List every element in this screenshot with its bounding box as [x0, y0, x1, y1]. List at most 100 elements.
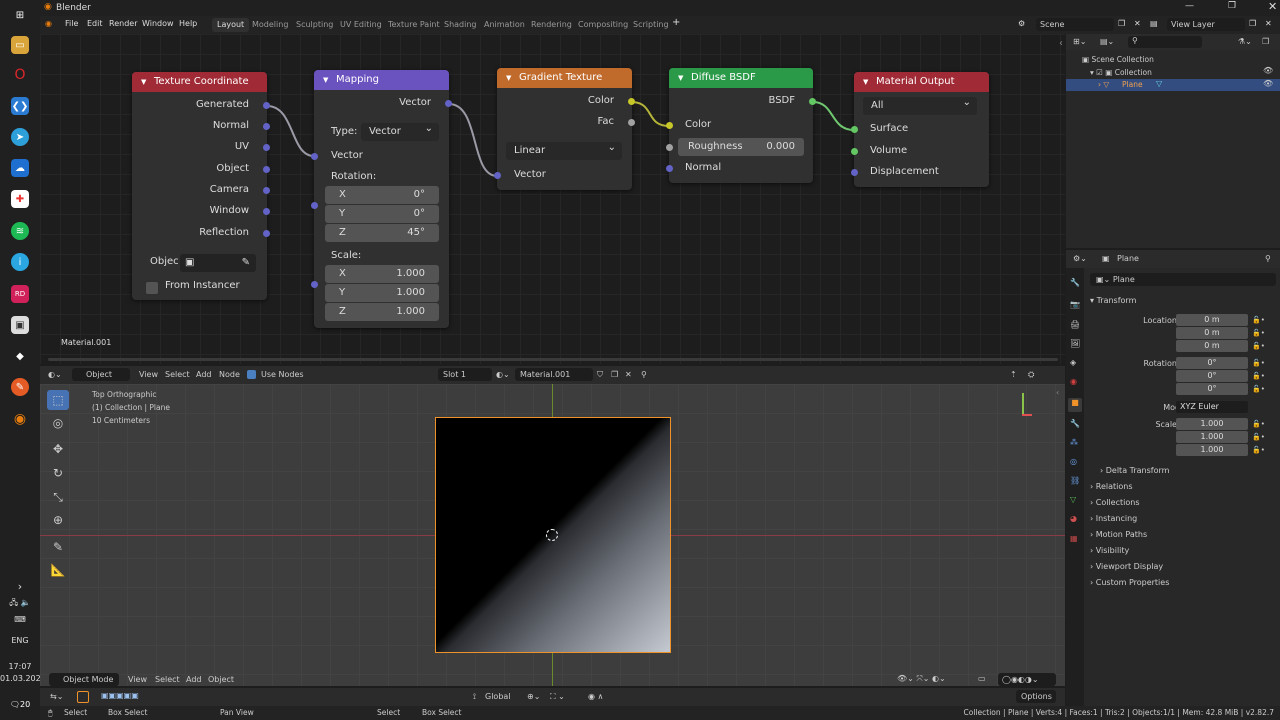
menu-file[interactable]: File — [65, 19, 78, 28]
socket-fac-out[interactable] — [628, 119, 635, 126]
tool-tab-icon[interactable]: 🔧 — [1070, 278, 1080, 287]
view-layer-tab-icon[interactable]: 🖼 — [1070, 339, 1080, 348]
menu-view[interactable]: View — [128, 675, 147, 684]
modifier-tab-icon[interactable]: 🔧 — [1070, 419, 1080, 428]
workspace-tab-shading[interactable]: Shading — [439, 18, 482, 32]
scene-tab-icon[interactable]: ◈ — [1070, 358, 1076, 367]
menu-help[interactable]: Help — [179, 19, 197, 28]
menu-select[interactable]: Select — [155, 675, 180, 684]
node-title[interactable]: Texture Coordinate — [132, 72, 267, 92]
remove-view-layer-icon[interactable]: ✕ — [1265, 19, 1272, 28]
viewport-gizmo-toggle-icon[interactable]: 👁⌄ ⤧⌄ ◐⌄ — [897, 674, 946, 684]
annotate-tool-icon[interactable]: ✎ — [47, 537, 69, 557]
transform-orientation-dropdown[interactable]: Global — [485, 692, 511, 701]
spotify-icon[interactable]: ≋ — [11, 222, 29, 240]
eyedropper-icon[interactable]: ✎ — [242, 254, 250, 272]
socket-normal-in[interactable] — [666, 165, 673, 172]
editor-type-icon[interactable]: ⇆⌄ — [50, 692, 63, 701]
material-browse-icon[interactable]: ◐⌄ — [496, 370, 510, 379]
workspace-tab-uv-editing[interactable]: UV Editing — [335, 18, 387, 32]
socket-displacement[interactable] — [851, 169, 858, 176]
menu-window[interactable]: Window — [142, 19, 174, 28]
workspace-tab-rendering[interactable]: Rendering — [526, 18, 577, 32]
scale-z-field[interactable]: Z 1.000 — [325, 303, 439, 321]
scale-x-field[interactable]: X 1.000 — [325, 265, 439, 283]
3d-cursor-icon[interactable] — [546, 529, 558, 541]
socket-volume[interactable] — [851, 148, 858, 155]
node-title[interactable]: Mapping — [314, 70, 449, 90]
view-layer-selector[interactable]: View Layer — [1167, 18, 1245, 31]
menu-render[interactable]: Render — [109, 19, 137, 28]
editor-type-icon[interactable]: ⚙⌄ — [1073, 254, 1087, 263]
workspace-tab-sculpting[interactable]: Sculpting — [291, 18, 338, 32]
unlink-material-icon[interactable]: ✕ — [625, 370, 632, 379]
scene-selector[interactable]: Scene — [1036, 18, 1114, 31]
cursor-tool-icon[interactable]: ◎ — [47, 413, 69, 433]
3d-viewport[interactable]: ⬚ ◎ ✥ ↻ ⤡ ⊕ ✎ 📐 Top Orthographic (1) Col… — [40, 384, 1065, 686]
use-nodes-checkbox[interactable] — [247, 370, 256, 379]
material-tab-icon[interactable]: ◕ — [1070, 514, 1077, 523]
menu-add[interactable]: Add — [196, 370, 212, 379]
select-tool-icon[interactable]: ⬚ — [47, 390, 69, 410]
socket-normal[interactable] — [263, 123, 270, 130]
xray-toggle-icon[interactable]: ▭ — [978, 674, 986, 683]
rotation-x-field[interactable]: 0° — [1176, 357, 1248, 369]
lock-icons[interactable]: 🔓• — [1252, 433, 1265, 441]
lock-icons[interactable]: 🔓• — [1252, 420, 1265, 428]
display-mode-icon[interactable]: ▤⌄ — [1100, 37, 1114, 46]
horizontal-scrollbar[interactable] — [48, 358, 1058, 361]
viewport-display-panel[interactable]: › Viewport Display — [1090, 562, 1163, 571]
pin-icon[interactable]: ⚲ — [641, 370, 647, 379]
transform-tool-icon[interactable]: ⊕ — [47, 510, 69, 530]
delta-transform-subpanel[interactable]: › Delta Transform — [1100, 466, 1169, 475]
selection-mode-buttons[interactable]: ▣▣▣▣▣ — [101, 691, 139, 700]
output-tab-icon[interactable]: 🖨 — [1070, 320, 1080, 329]
language-indicator[interactable]: ENG — [0, 636, 40, 645]
lock-icons[interactable]: 🔓• — [1252, 329, 1265, 337]
fake-user-icon[interactable]: ⛉ — [597, 370, 603, 380]
socket-bsdf-out[interactable] — [809, 98, 816, 105]
socket-camera[interactable] — [263, 187, 270, 194]
outliner-panel[interactable]: ⊞⌄ ▤⌄ ⚲ ⚗⌄ ❐ ▣ Scene Collection ▾ ☑ ▣ Co… — [1066, 34, 1280, 248]
scale-tool-icon[interactable]: ⤡ — [47, 487, 69, 507]
menu-select[interactable]: Select — [165, 370, 190, 379]
unity-icon[interactable]: ◆ — [11, 347, 29, 365]
material-name-field[interactable]: Material.001 — [515, 368, 593, 381]
socket-window[interactable] — [263, 208, 270, 215]
node-gradient-texture[interactable]: Gradient Texture Color Fac Linear Vector — [494, 68, 635, 190]
node-texture-coordinate[interactable]: Texture Coordinate Generated Normal UV O… — [132, 72, 270, 300]
snap-icon[interactable]: ⛭ — [1028, 370, 1034, 380]
scale-y-field[interactable]: Y 1.000 — [325, 284, 439, 302]
world-tab-icon[interactable]: ◉ — [1070, 377, 1077, 386]
workspace-tab-scripting[interactable]: Scripting — [628, 18, 674, 32]
socket-color-out[interactable] — [628, 98, 635, 105]
shading-mode-buttons[interactable]: ◯◉◐◑⌄ — [998, 673, 1056, 686]
constraints-tab-icon[interactable]: ⛓ — [1070, 476, 1080, 485]
options-dropdown[interactable]: Options — [1016, 690, 1056, 703]
location-z-field[interactable]: 0 m — [1176, 340, 1248, 352]
editor-type-icon[interactable]: ◐⌄ — [48, 370, 62, 379]
socket-rotation[interactable] — [311, 202, 318, 209]
node-title[interactable]: Material Output — [854, 72, 989, 92]
keyboard-icon[interactable]: ⌨ — [0, 615, 40, 624]
rotation-mode-dropdown[interactable]: XYZ Euler — [1176, 401, 1248, 413]
socket-surface[interactable] — [851, 126, 858, 133]
relations-panel[interactable]: › Relations — [1090, 482, 1133, 491]
expand-icon[interactable]: ▾ ☑ ▣ — [1090, 68, 1115, 77]
node-title[interactable]: Gradient Texture — [497, 68, 632, 88]
location-x-field[interactable]: 0 m — [1176, 314, 1248, 326]
instancing-panel[interactable]: › Instancing — [1090, 514, 1137, 523]
lock-icons[interactable]: 🔓• — [1252, 385, 1265, 393]
socket-vector-in[interactable] — [311, 153, 318, 160]
active-tool-icon[interactable] — [77, 691, 89, 703]
clock-date[interactable]: 01.03.2021 — [0, 674, 46, 683]
socket-color-in[interactable] — [666, 122, 673, 129]
node-diffuse-bsdf[interactable]: Diffuse BSDF BSDF Color Roughness 0.000 N… — [666, 68, 816, 183]
custom-properties-panel[interactable]: › Custom Properties — [1090, 578, 1169, 587]
gradient-type-dropdown[interactable]: Linear — [506, 139, 622, 160]
workspace-tab-layout[interactable]: Layout — [212, 18, 250, 32]
texture-tab-icon[interactable]: ▦ — [1070, 534, 1078, 543]
node-title[interactable]: Diffuse BSDF — [669, 68, 813, 88]
scene-collection-row[interactable]: ▣ Scene Collection — [1082, 55, 1154, 64]
plane-row[interactable]: › ▽ Plane ▽ 👁 — [1066, 79, 1280, 91]
